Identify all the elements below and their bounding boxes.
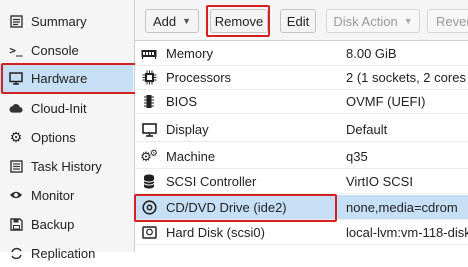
memory-icon: [141, 46, 157, 62]
list-icon: [9, 159, 23, 173]
sidebar-item-label: Replication: [31, 245, 96, 261]
database-icon: [141, 174, 157, 190]
sidebar-item-summary[interactable]: Summary: [0, 7, 133, 35]
row-value: 8.00 GiB: [346, 46, 397, 61]
row-name: Processors: [166, 70, 232, 85]
monitor-icon: [9, 71, 23, 85]
sidebar-item-console[interactable]: >_ Console: [0, 36, 133, 64]
sidebar-item-label: Hardware: [31, 70, 88, 86]
hardware-row-machine[interactable]: ⚙ ⚙ Machine q35: [135, 145, 468, 169]
gears-icon: ⚙ ⚙: [140, 148, 158, 164]
sidebar-item-label: Backup: [31, 216, 75, 232]
row-name: Machine: [166, 149, 216, 164]
row-name: CD/DVD Drive (ide2): [166, 199, 287, 215]
row-name: Display: [166, 122, 209, 137]
row-value: 2 (1 sockets, 2 cores: [346, 70, 466, 85]
hardware-row-processors[interactable]: Processors 2 (1 sockets, 2 cores: [135, 66, 468, 90]
row-name: Memory: [166, 46, 213, 61]
sidebar-item-replication[interactable]: Replication: [0, 239, 133, 267]
sidebar-item-backup[interactable]: Backup: [0, 210, 133, 238]
disk-action-button[interactable]: Disk Action ▼: [326, 9, 420, 33]
revert-button-label: Rever: [436, 13, 468, 29]
hardware-row-display[interactable]: Display Default: [135, 118, 468, 142]
row-name: SCSI Controller: [166, 174, 257, 189]
sidebar-item-label: Options: [31, 129, 76, 145]
row-value: none,media=cdrom: [346, 199, 458, 215]
sidebar-item-label: Task History: [31, 158, 102, 174]
display-icon: [141, 122, 157, 138]
console-icon: >_: [9, 43, 23, 57]
summary-icon: [9, 14, 23, 28]
hardware-row-bios[interactable]: BIOS OVMF (UEFI): [135, 90, 468, 114]
harddisk-icon: [141, 225, 157, 241]
row-value: VirtIO SCSI: [346, 174, 413, 189]
hardware-row-memory[interactable]: Memory 8.00 GiB: [135, 42, 468, 66]
remove-button-label: Remove: [214, 13, 264, 29]
gear-icon: ⚙: [9, 128, 23, 145]
chevron-down-icon: ▼: [182, 16, 192, 26]
row-value: OVMF (UEFI): [346, 94, 426, 109]
floppy-icon: [9, 217, 23, 231]
chip-icon: [141, 94, 157, 110]
sidebar-item-task-history[interactable]: Task History: [0, 152, 133, 180]
row-name: Hard Disk (scsi0): [166, 225, 265, 240]
remove-button[interactable]: Remove: [210, 9, 268, 33]
disk-action-button-label: Disk Action: [333, 13, 398, 29]
sidebar-item-label: Monitor: [31, 187, 75, 203]
sidebar-item-label: Cloud-Init: [31, 100, 87, 116]
edit-button-label: Edit: [286, 13, 310, 29]
sidebar-item-options[interactable]: ⚙ Options: [0, 123, 133, 151]
hardware-row-cdrom[interactable]: CD/DVD Drive (ide2) none,media=cdrom: [135, 195, 468, 220]
row-value: Default: [346, 122, 388, 137]
sidebar-item-monitor[interactable]: Monitor: [0, 181, 133, 209]
row-value: q35: [346, 149, 368, 164]
sidebar-item-label: Summary: [31, 13, 87, 29]
add-button-label: Add: [152, 13, 177, 29]
sidebar-item-cloud-init[interactable]: Cloud-Init: [0, 94, 133, 122]
add-button[interactable]: Add ▼: [145, 9, 199, 33]
hardware-row-hard-disk[interactable]: Hard Disk (scsi0) local-lvm:vm-118-disk: [135, 221, 468, 245]
revert-button[interactable]: Rever: [427, 9, 468, 33]
cpu-icon: [141, 70, 157, 86]
eye-icon: [9, 188, 23, 202]
edit-button[interactable]: Edit: [280, 9, 316, 33]
sidebar-item-label: Console: [31, 42, 79, 58]
hardware-panel: Add ▼ Remove Edit Disk Action ▼ Rever Me…: [135, 0, 468, 252]
hardware-row-scsi-controller[interactable]: SCSI Controller VirtIO SCSI: [135, 170, 468, 194]
refresh-icon: [9, 246, 23, 260]
row-name: BIOS: [166, 94, 198, 109]
cloud-icon: [9, 101, 23, 115]
row-value: local-lvm:vm-118-disk: [346, 225, 468, 240]
vm-sidebar: Summary >_ Console Hardware Cloud-Init ⚙…: [0, 0, 135, 261]
cdrom-icon: [141, 199, 157, 215]
chevron-down-icon: ▼: [403, 16, 413, 26]
sidebar-item-hardware[interactable]: Hardware: [0, 64, 133, 92]
hardware-toolbar: Add ▼ Remove Edit Disk Action ▼ Rever: [135, 0, 468, 41]
